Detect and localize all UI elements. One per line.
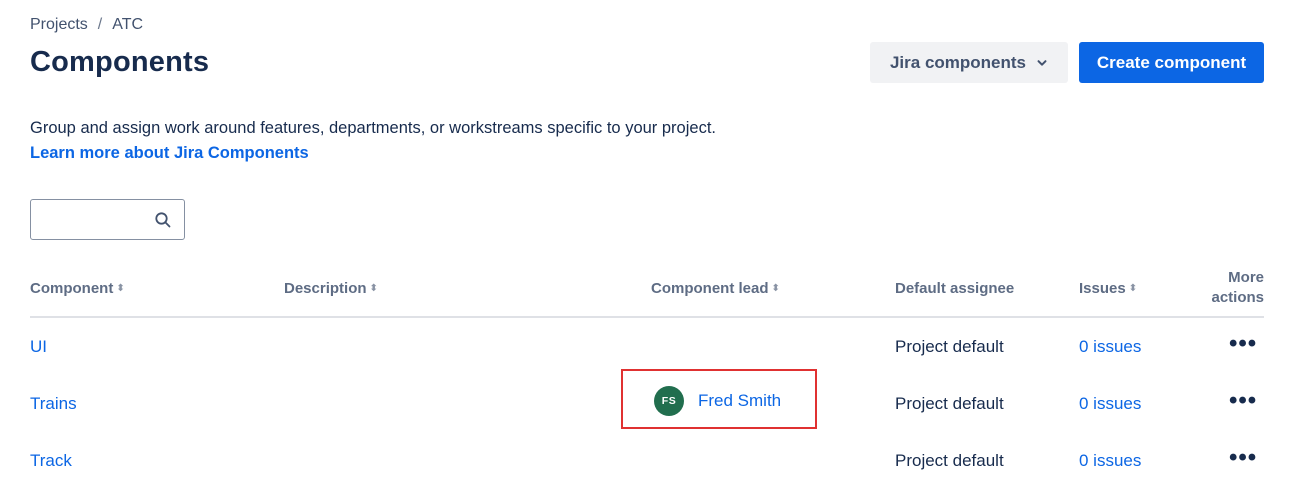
column-header-default-assignee: Default assignee bbox=[895, 280, 1014, 297]
more-icon[interactable]: ••• bbox=[1229, 332, 1257, 356]
column-header-issues-label: Issues bbox=[1079, 280, 1126, 297]
default-assignee: Project default bbox=[895, 451, 1004, 470]
sort-icon: ⬍ bbox=[369, 282, 378, 294]
breadcrumb-project-atc[interactable]: ATC bbox=[112, 16, 143, 34]
more-icon[interactable]: ••• bbox=[1229, 446, 1257, 470]
jira-components-dropdown-button[interactable]: Jira components bbox=[870, 42, 1068, 83]
breadcrumb: Projects / ATC bbox=[30, 16, 143, 34]
column-header-component-lead-label: Component lead bbox=[651, 280, 769, 297]
table-header-divider bbox=[30, 316, 1264, 318]
page-title: Components bbox=[30, 46, 210, 78]
default-assignee: Project default bbox=[895, 337, 1004, 356]
jira-components-label: Jira components bbox=[889, 52, 1027, 72]
page-description: Group and assign work around features, d… bbox=[30, 119, 716, 137]
component-name-link[interactable]: Track bbox=[30, 451, 72, 471]
search-field[interactable] bbox=[30, 199, 185, 240]
issues-link[interactable]: 0 issues bbox=[1079, 451, 1141, 471]
column-header-component-lead[interactable]: Component lead ⬍ bbox=[651, 280, 780, 297]
component-name-link[interactable]: Trains bbox=[30, 394, 77, 414]
column-header-default-assignee-label: Default assignee bbox=[895, 280, 1015, 297]
column-header-issues[interactable]: Issues ⬍ bbox=[1079, 280, 1137, 297]
chevron-down-icon bbox=[1037, 59, 1047, 66]
column-header-more-actions: More actions bbox=[1211, 269, 1264, 306]
highlight-box bbox=[621, 369, 817, 429]
breadcrumb-separator: / bbox=[97, 16, 103, 33]
breadcrumb-projects[interactable]: Projects bbox=[30, 16, 88, 34]
create-component-button[interactable]: Create component bbox=[1079, 42, 1264, 83]
search-input[interactable] bbox=[39, 208, 149, 230]
issues-link[interactable]: 0 issues bbox=[1079, 394, 1141, 414]
column-header-description[interactable]: Description ⬍ bbox=[284, 280, 378, 297]
learn-more-link[interactable]: Learn more about Jira Components bbox=[30, 144, 309, 163]
default-assignee: Project default bbox=[895, 394, 1004, 413]
sort-icon: ⬍ bbox=[1128, 282, 1138, 294]
more-icon[interactable]: ••• bbox=[1229, 389, 1257, 413]
component-name-link[interactable]: UI bbox=[30, 337, 47, 357]
sort-icon: ⬍ bbox=[116, 282, 125, 294]
issues-link[interactable]: 0 issues bbox=[1079, 337, 1141, 357]
sort-icon: ⬍ bbox=[771, 282, 780, 294]
search-icon[interactable] bbox=[154, 211, 172, 229]
column-header-component[interactable]: Component ⬍ bbox=[30, 280, 125, 297]
column-header-component-label: Component bbox=[30, 280, 114, 297]
column-header-description-label: Description bbox=[284, 280, 367, 297]
